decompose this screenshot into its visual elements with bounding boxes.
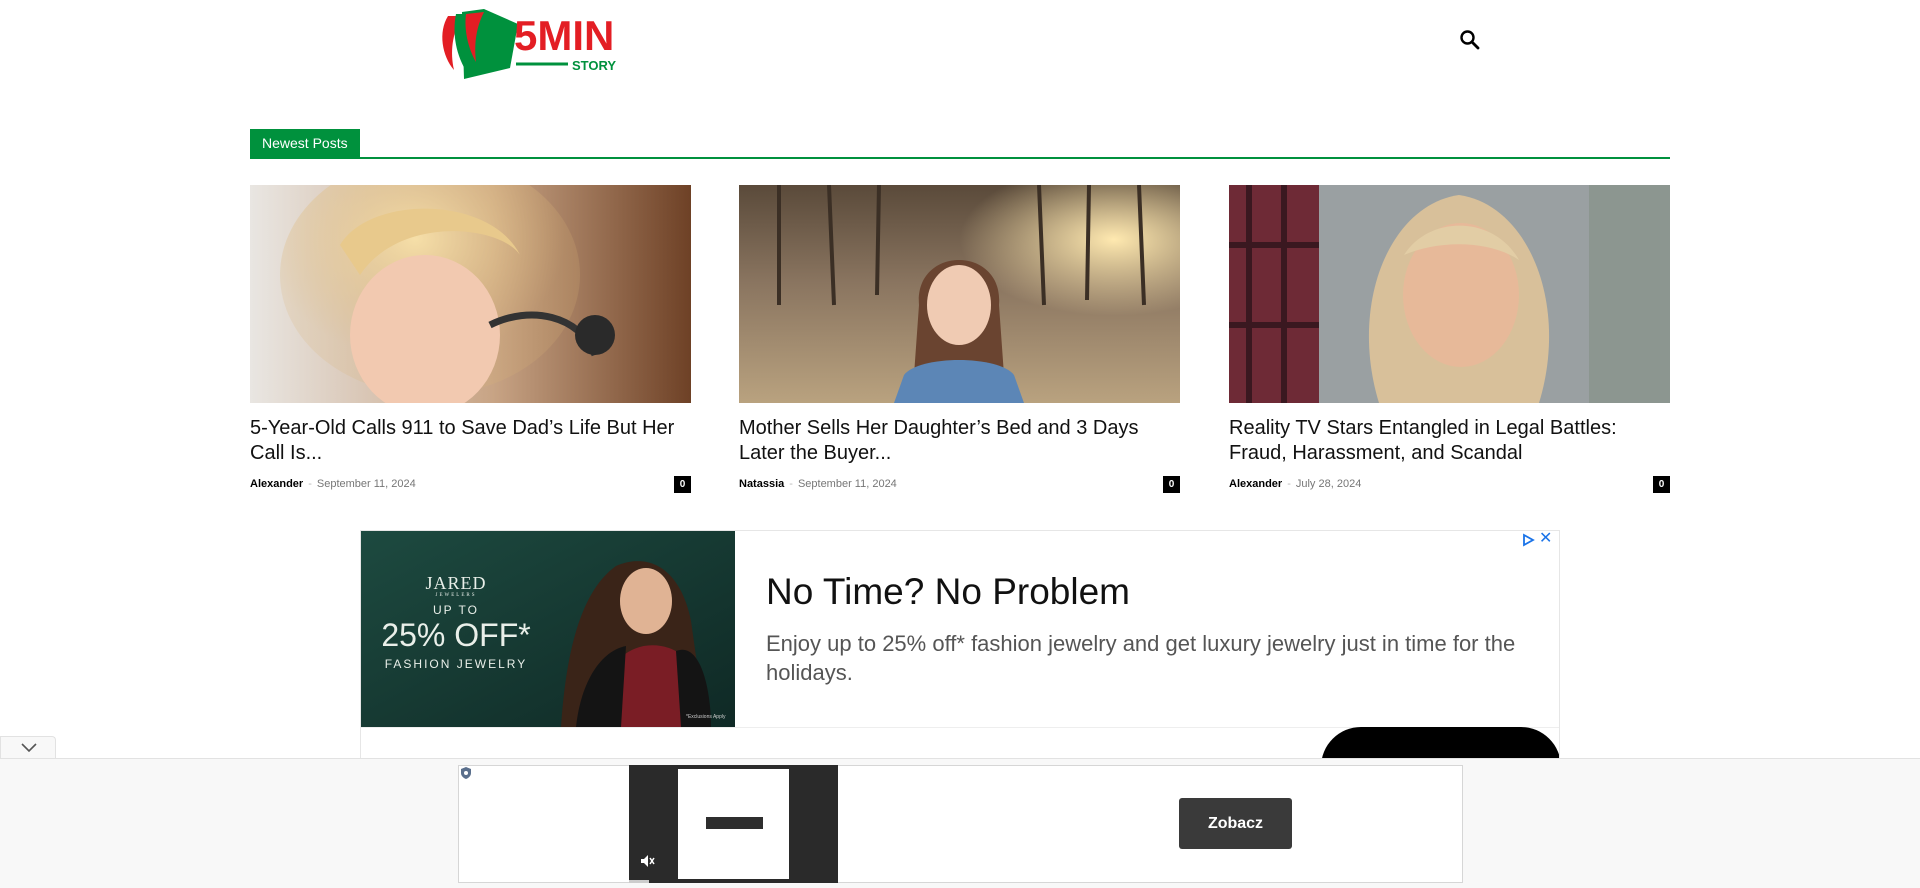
ad-brand: JARED: [425, 573, 487, 593]
post-card: Mother Sells Her Daughter’s Bed and 3 Da…: [739, 185, 1180, 493]
post-title[interactable]: Reality TV Stars Entangled in Legal Batt…: [1229, 416, 1670, 466]
section-title: Newest Posts: [250, 129, 360, 157]
post-thumbnail[interactable]: [250, 185, 691, 403]
meta-separator: -: [789, 478, 793, 490]
zobacz-button[interactable]: Zobacz: [1179, 798, 1292, 849]
post-card: 5-Year-Old Calls 911 to Save Dad’s Life …: [250, 185, 691, 493]
ad-image[interactable]: JARED JEWELERS UP TO 25% OFF* FASHION JE…: [361, 531, 735, 727]
post-date: September 11, 2024: [316, 478, 416, 490]
adchoices-icon[interactable]: [1521, 533, 1535, 547]
chevron-down-icon: [21, 743, 37, 753]
shield-icon: [461, 767, 471, 779]
post-card: Reality TV Stars Entangled in Legal Batt…: [1229, 185, 1670, 493]
post-author[interactable]: Natassia: [739, 478, 784, 490]
video-progress-bar[interactable]: [629, 880, 649, 883]
ad-up-to: UP TO: [432, 603, 480, 617]
post-thumbnail[interactable]: [1229, 185, 1670, 403]
sticky-ad[interactable]: [458, 765, 1463, 883]
ad-close-button[interactable]: ✕: [1539, 531, 1555, 547]
ad-video-player[interactable]: [629, 765, 838, 883]
post-date: July 28, 2024: [1295, 478, 1362, 490]
meta-separator: -: [1287, 478, 1291, 490]
ad-fine-print: *Exclusions Apply: [686, 714, 726, 720]
ad-category: FASHION JEWELRY: [384, 657, 528, 671]
site-logo[interactable]: 5MIN STORY: [428, 4, 644, 82]
display-ad[interactable]: JARED JEWELERS UP TO 25% OFF* FASHION JE…: [360, 530, 1560, 790]
post-meta: Natassia - September 11, 2024 0: [739, 475, 1180, 493]
ad-discount: 25% OFF*: [381, 617, 531, 653]
meta-separator: -: [308, 478, 312, 490]
muted-speaker-icon[interactable]: [639, 853, 655, 869]
logo-text: 5MIN: [514, 12, 614, 59]
comment-count-badge[interactable]: 0: [1653, 476, 1670, 493]
ad-headline[interactable]: No Time? No Problem: [766, 571, 1130, 613]
video-frame: [678, 769, 789, 879]
search-icon[interactable]: [1456, 26, 1484, 54]
ad-body: Enjoy up to 25% off* fashion jewelry and…: [766, 631, 1516, 685]
logo-subtext: STORY: [572, 58, 616, 73]
post-title[interactable]: 5-Year-Old Calls 911 to Save Dad’s Life …: [250, 416, 691, 466]
post-thumbnail[interactable]: [739, 185, 1180, 403]
video-ui-chip: [706, 817, 763, 829]
post-meta: Alexander - July 28, 2024 0: [1229, 475, 1670, 493]
post-author[interactable]: Alexander: [1229, 478, 1282, 490]
post-title[interactable]: Mother Sells Her Daughter’s Bed and 3 Da…: [739, 416, 1180, 466]
comment-count-badge[interactable]: 0: [1163, 476, 1180, 493]
post-author[interactable]: Alexander: [250, 478, 303, 490]
comment-count-badge[interactable]: 0: [674, 476, 691, 493]
post-meta: Alexander - September 11, 2024 0: [250, 475, 691, 493]
post-date: September 11, 2024: [797, 478, 897, 490]
page: 5MIN STORY Newest Posts 5-Year-Old Calls…: [0, 0, 1920, 888]
sticky-ad-collapse-toggle[interactable]: [0, 736, 56, 758]
section-header: Newest Posts: [250, 129, 1670, 159]
ad-brand-sub: JEWELERS: [435, 593, 477, 598]
